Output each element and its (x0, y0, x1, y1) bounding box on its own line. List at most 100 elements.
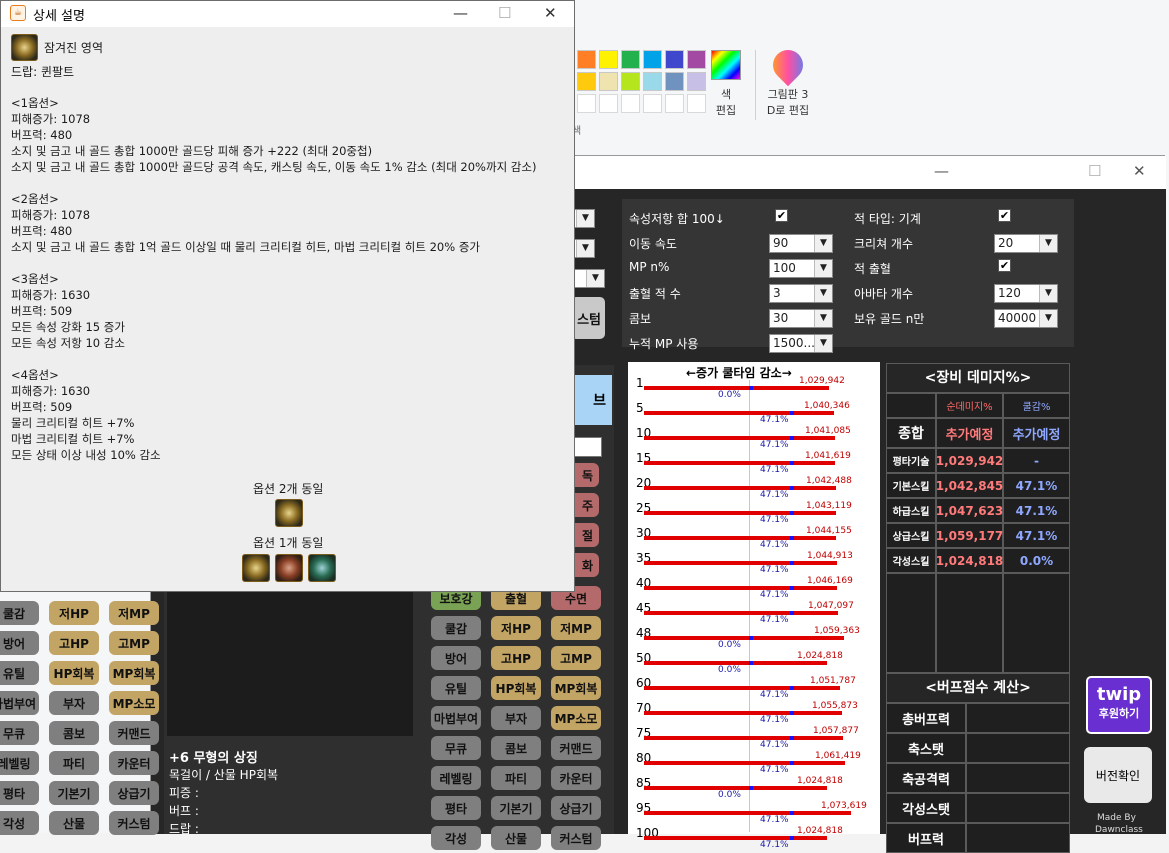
filter-pill[interactable]: 기본기 (491, 796, 541, 820)
filter-pill[interactable]: 고MP (109, 631, 159, 655)
twip-donate-button[interactable]: twip 후원하기 (1086, 676, 1152, 734)
option-combo[interactable]: 100 ▼ (769, 259, 833, 278)
option-combo[interactable]: 1500... ▼ (769, 334, 833, 353)
partial-blue-button[interactable]: 브 (572, 375, 612, 425)
version-check-button[interactable]: 버전확인 (1084, 747, 1152, 803)
maximize-icon[interactable]: ☐ (1088, 162, 1101, 180)
set-item-icon[interactable] (242, 554, 270, 582)
filter-pill[interactable]: 무큐 (431, 736, 481, 760)
palette-color-swatch[interactable] (665, 50, 684, 69)
maximize-icon[interactable]: ☐ (498, 4, 511, 22)
minimize-icon[interactable]: — (453, 4, 468, 22)
filter-pill[interactable]: 파티 (491, 766, 541, 790)
filter-pill[interactable]: MP소모 (551, 706, 601, 730)
palette-empty-swatch[interactable] (687, 94, 706, 113)
edit-with-paint3d-button[interactable]: 그림판 3 D로 편집 (760, 43, 816, 118)
filter-pill[interactable]: 고MP (551, 646, 601, 670)
filter-pill[interactable]: 카운터 (109, 751, 159, 775)
filter-pill[interactable]: 각성 (0, 811, 39, 835)
filter-pill[interactable]: 부자 (491, 706, 541, 730)
filter-pill[interactable]: HP회복 (49, 661, 99, 685)
filter-pill[interactable]: MP회복 (109, 661, 159, 685)
palette-empty-swatch[interactable] (599, 94, 618, 113)
damage-bar (644, 711, 842, 715)
palette-color-swatch[interactable] (599, 72, 618, 91)
filter-pill[interactable]: 저MP (551, 616, 601, 640)
option-combo[interactable]: 30 ▼ (769, 309, 833, 328)
filter-pill[interactable]: 유틸 (0, 661, 39, 685)
partial-custom-button[interactable]: 스텀 (571, 297, 605, 339)
set-item-icon[interactable] (308, 554, 336, 582)
close-icon[interactable]: ✕ (544, 4, 557, 22)
palette-color-swatch[interactable] (643, 50, 662, 69)
filter-pill[interactable]: 콤보 (49, 721, 99, 745)
cooldown-marker (749, 636, 753, 640)
filter-pill[interactable]: 고HP (49, 631, 99, 655)
filter-pill[interactable]: 저MP (109, 601, 159, 625)
option-combo[interactable]: 40000 ▼ (994, 309, 1058, 328)
minimize-icon[interactable]: — (934, 162, 949, 180)
filter-pill[interactable]: 상급기 (551, 796, 601, 820)
filter-pill[interactable]: 콤보 (491, 736, 541, 760)
set-item-icon[interactable] (275, 499, 303, 527)
filter-pill[interactable]: 마법부여 (431, 706, 481, 730)
filter-pill[interactable]: 부자 (49, 691, 99, 715)
palette-color-swatch[interactable] (643, 72, 662, 91)
filter-pill[interactable]: 저HP (491, 616, 541, 640)
filter-pill[interactable]: 평타 (431, 796, 481, 820)
filter-pill[interactable]: HP회복 (491, 676, 541, 700)
filter-pill[interactable]: 카운터 (551, 766, 601, 790)
filter-pill[interactable]: 파티 (49, 751, 99, 775)
filter-pill[interactable]: 쿨감 (0, 601, 39, 625)
palette-empty-swatch[interactable] (643, 94, 662, 113)
palette-color-swatch[interactable] (577, 72, 596, 91)
palette-color-swatch[interactable] (621, 50, 640, 69)
equip-row-damage: 추가예정 (936, 418, 1003, 448)
filter-pill[interactable]: 고HP (491, 646, 541, 670)
filter-pill[interactable]: 마법부여 (0, 691, 39, 715)
filter-pill[interactable]: 커스텀 (551, 826, 601, 850)
filter-pill[interactable]: 방어 (431, 646, 481, 670)
hidden-combo-3[interactable]: ▼ (571, 269, 605, 288)
filter-pill[interactable]: 커스텀 (109, 811, 159, 835)
filter-pill[interactable]: MP소모 (109, 691, 159, 715)
palette-color-swatch[interactable] (687, 72, 706, 91)
palette-empty-swatch[interactable] (577, 94, 596, 113)
filter-pill[interactable]: 산물 (49, 811, 99, 835)
palette-color-swatch[interactable] (687, 50, 706, 69)
option-checkbox[interactable]: ✔ (775, 209, 788, 222)
filter-pill[interactable]: 평타 (0, 781, 39, 805)
palette-empty-swatch[interactable] (665, 94, 684, 113)
filter-pill[interactable]: 커맨드 (109, 721, 159, 745)
filter-pill[interactable]: 유틸 (431, 676, 481, 700)
option-combo[interactable]: 20 ▼ (994, 234, 1058, 253)
option-combo-value: 40000 (998, 311, 1037, 325)
filter-pill[interactable]: MP회복 (551, 676, 601, 700)
option-combo[interactable]: 3 ▼ (769, 284, 833, 303)
palette-color-swatch[interactable] (599, 50, 618, 69)
partial-input[interactable] (572, 437, 602, 457)
filter-pill[interactable]: 무큐 (0, 721, 39, 745)
filter-pill[interactable]: 쿨감 (431, 616, 481, 640)
option-combo[interactable]: 90 ▼ (769, 234, 833, 253)
palette-color-swatch[interactable] (665, 72, 684, 91)
edit-colors-button[interactable]: 색 편집 (706, 50, 746, 118)
filter-pill[interactable]: 상급기 (109, 781, 159, 805)
filter-pill[interactable]: 저HP (49, 601, 99, 625)
cooldown-marker (790, 536, 794, 540)
close-icon[interactable]: ✕ (1133, 162, 1146, 180)
palette-empty-swatch[interactable] (621, 94, 640, 113)
filter-pill[interactable]: 레벨링 (0, 751, 39, 775)
palette-color-swatch[interactable] (621, 72, 640, 91)
filter-pill[interactable]: 기본기 (49, 781, 99, 805)
option-checkbox[interactable]: ✔ (998, 259, 1011, 272)
filter-pill[interactable]: 커맨드 (551, 736, 601, 760)
filter-pill[interactable]: 방어 (0, 631, 39, 655)
filter-pill[interactable]: 각성 (431, 826, 481, 850)
option-checkbox[interactable]: ✔ (998, 209, 1011, 222)
filter-pill[interactable]: 레벨링 (431, 766, 481, 790)
option-combo[interactable]: 120 ▼ (994, 284, 1058, 303)
filter-pill[interactable]: 산물 (491, 826, 541, 850)
palette-color-swatch[interactable] (577, 50, 596, 69)
set-item-icon[interactable] (275, 554, 303, 582)
